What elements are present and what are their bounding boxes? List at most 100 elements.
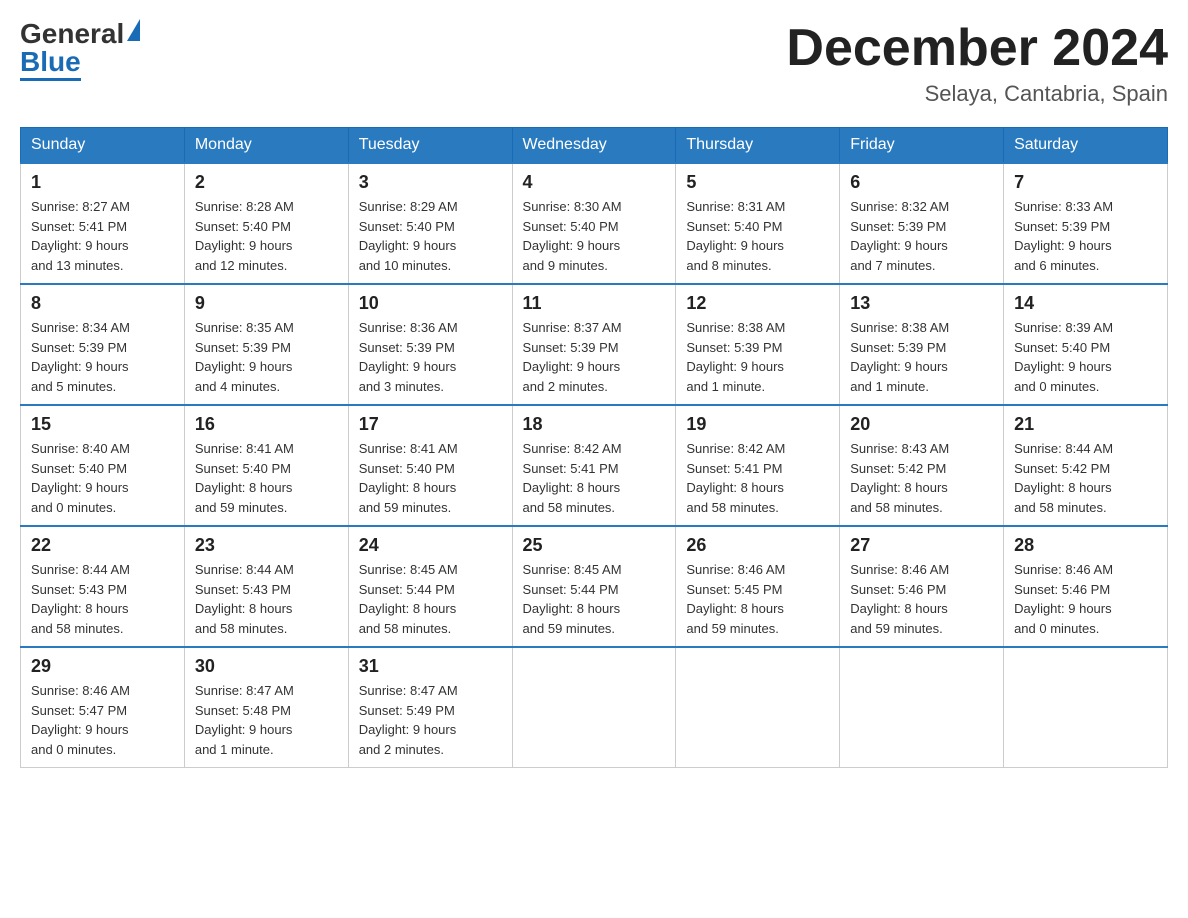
calendar-cell: [1004, 647, 1168, 768]
calendar-cell: 1 Sunrise: 8:27 AMSunset: 5:41 PMDayligh…: [21, 163, 185, 284]
calendar-header-row: Sunday Monday Tuesday Wednesday Thursday…: [21, 128, 1168, 164]
day-info: Sunrise: 8:46 AMSunset: 5:46 PMDaylight:…: [1014, 560, 1157, 638]
col-thursday: Thursday: [676, 128, 840, 164]
calendar-cell: 23 Sunrise: 8:44 AMSunset: 5:43 PMDaylig…: [184, 526, 348, 647]
calendar-cell: 22 Sunrise: 8:44 AMSunset: 5:43 PMDaylig…: [21, 526, 185, 647]
week-row-5: 29 Sunrise: 8:46 AMSunset: 5:47 PMDaylig…: [21, 647, 1168, 768]
calendar-cell: 7 Sunrise: 8:33 AMSunset: 5:39 PMDayligh…: [1004, 163, 1168, 284]
day-info: Sunrise: 8:47 AMSunset: 5:48 PMDaylight:…: [195, 681, 338, 759]
day-number: 8: [31, 293, 174, 314]
day-info: Sunrise: 8:31 AMSunset: 5:40 PMDaylight:…: [686, 197, 829, 275]
week-row-1: 1 Sunrise: 8:27 AMSunset: 5:41 PMDayligh…: [21, 163, 1168, 284]
day-info: Sunrise: 8:28 AMSunset: 5:40 PMDaylight:…: [195, 197, 338, 275]
logo-triangle-icon: [127, 19, 140, 41]
day-info: Sunrise: 8:46 AMSunset: 5:47 PMDaylight:…: [31, 681, 174, 759]
day-number: 29: [31, 656, 174, 677]
col-tuesday: Tuesday: [348, 128, 512, 164]
day-info: Sunrise: 8:29 AMSunset: 5:40 PMDaylight:…: [359, 197, 502, 275]
day-info: Sunrise: 8:45 AMSunset: 5:44 PMDaylight:…: [523, 560, 666, 638]
day-number: 28: [1014, 535, 1157, 556]
calendar-table: Sunday Monday Tuesday Wednesday Thursday…: [20, 127, 1168, 768]
day-info: Sunrise: 8:44 AMSunset: 5:42 PMDaylight:…: [1014, 439, 1157, 517]
day-number: 30: [195, 656, 338, 677]
day-info: Sunrise: 8:37 AMSunset: 5:39 PMDaylight:…: [523, 318, 666, 396]
calendar-cell: 15 Sunrise: 8:40 AMSunset: 5:40 PMDaylig…: [21, 405, 185, 526]
day-number: 5: [686, 172, 829, 193]
calendar-cell: 12 Sunrise: 8:38 AMSunset: 5:39 PMDaylig…: [676, 284, 840, 405]
month-title: December 2024: [786, 20, 1168, 77]
logo-blue-text: Blue: [20, 48, 81, 76]
calendar-cell: 24 Sunrise: 8:45 AMSunset: 5:44 PMDaylig…: [348, 526, 512, 647]
calendar-cell: 19 Sunrise: 8:42 AMSunset: 5:41 PMDaylig…: [676, 405, 840, 526]
day-info: Sunrise: 8:38 AMSunset: 5:39 PMDaylight:…: [686, 318, 829, 396]
calendar-cell: 5 Sunrise: 8:31 AMSunset: 5:40 PMDayligh…: [676, 163, 840, 284]
day-number: 27: [850, 535, 993, 556]
calendar-cell: 31 Sunrise: 8:47 AMSunset: 5:49 PMDaylig…: [348, 647, 512, 768]
day-number: 2: [195, 172, 338, 193]
calendar-cell: 17 Sunrise: 8:41 AMSunset: 5:40 PMDaylig…: [348, 405, 512, 526]
day-number: 11: [523, 293, 666, 314]
day-info: Sunrise: 8:46 AMSunset: 5:45 PMDaylight:…: [686, 560, 829, 638]
day-info: Sunrise: 8:40 AMSunset: 5:40 PMDaylight:…: [31, 439, 174, 517]
calendar-cell: [840, 647, 1004, 768]
calendar-cell: 6 Sunrise: 8:32 AMSunset: 5:39 PMDayligh…: [840, 163, 1004, 284]
day-number: 13: [850, 293, 993, 314]
day-number: 6: [850, 172, 993, 193]
day-info: Sunrise: 8:41 AMSunset: 5:40 PMDaylight:…: [359, 439, 502, 517]
calendar-cell: [512, 647, 676, 768]
logo-underline: [20, 78, 81, 81]
day-number: 26: [686, 535, 829, 556]
day-number: 22: [31, 535, 174, 556]
calendar-cell: [676, 647, 840, 768]
day-number: 23: [195, 535, 338, 556]
col-monday: Monday: [184, 128, 348, 164]
col-friday: Friday: [840, 128, 1004, 164]
logo-general-text: General: [20, 20, 124, 48]
day-info: Sunrise: 8:42 AMSunset: 5:41 PMDaylight:…: [686, 439, 829, 517]
day-info: Sunrise: 8:38 AMSunset: 5:39 PMDaylight:…: [850, 318, 993, 396]
day-number: 24: [359, 535, 502, 556]
calendar-cell: 28 Sunrise: 8:46 AMSunset: 5:46 PMDaylig…: [1004, 526, 1168, 647]
calendar-cell: 29 Sunrise: 8:46 AMSunset: 5:47 PMDaylig…: [21, 647, 185, 768]
day-number: 19: [686, 414, 829, 435]
day-number: 7: [1014, 172, 1157, 193]
calendar-cell: 3 Sunrise: 8:29 AMSunset: 5:40 PMDayligh…: [348, 163, 512, 284]
calendar-cell: 10 Sunrise: 8:36 AMSunset: 5:39 PMDaylig…: [348, 284, 512, 405]
day-number: 14: [1014, 293, 1157, 314]
calendar-cell: 30 Sunrise: 8:47 AMSunset: 5:48 PMDaylig…: [184, 647, 348, 768]
week-row-4: 22 Sunrise: 8:44 AMSunset: 5:43 PMDaylig…: [21, 526, 1168, 647]
calendar-cell: 8 Sunrise: 8:34 AMSunset: 5:39 PMDayligh…: [21, 284, 185, 405]
day-info: Sunrise: 8:46 AMSunset: 5:46 PMDaylight:…: [850, 560, 993, 638]
location-text: Selaya, Cantabria, Spain: [786, 81, 1168, 107]
day-number: 3: [359, 172, 502, 193]
calendar-cell: 25 Sunrise: 8:45 AMSunset: 5:44 PMDaylig…: [512, 526, 676, 647]
calendar-cell: 4 Sunrise: 8:30 AMSunset: 5:40 PMDayligh…: [512, 163, 676, 284]
calendar-cell: 16 Sunrise: 8:41 AMSunset: 5:40 PMDaylig…: [184, 405, 348, 526]
day-info: Sunrise: 8:30 AMSunset: 5:40 PMDaylight:…: [523, 197, 666, 275]
day-info: Sunrise: 8:47 AMSunset: 5:49 PMDaylight:…: [359, 681, 502, 759]
col-saturday: Saturday: [1004, 128, 1168, 164]
day-info: Sunrise: 8:41 AMSunset: 5:40 PMDaylight:…: [195, 439, 338, 517]
day-info: Sunrise: 8:33 AMSunset: 5:39 PMDaylight:…: [1014, 197, 1157, 275]
day-number: 12: [686, 293, 829, 314]
day-number: 4: [523, 172, 666, 193]
day-info: Sunrise: 8:43 AMSunset: 5:42 PMDaylight:…: [850, 439, 993, 517]
week-row-3: 15 Sunrise: 8:40 AMSunset: 5:40 PMDaylig…: [21, 405, 1168, 526]
calendar-cell: 20 Sunrise: 8:43 AMSunset: 5:42 PMDaylig…: [840, 405, 1004, 526]
day-number: 9: [195, 293, 338, 314]
day-number: 17: [359, 414, 502, 435]
day-info: Sunrise: 8:39 AMSunset: 5:40 PMDaylight:…: [1014, 318, 1157, 396]
day-info: Sunrise: 8:44 AMSunset: 5:43 PMDaylight:…: [195, 560, 338, 638]
day-info: Sunrise: 8:44 AMSunset: 5:43 PMDaylight:…: [31, 560, 174, 638]
col-sunday: Sunday: [21, 128, 185, 164]
day-number: 21: [1014, 414, 1157, 435]
day-info: Sunrise: 8:42 AMSunset: 5:41 PMDaylight:…: [523, 439, 666, 517]
day-number: 16: [195, 414, 338, 435]
day-info: Sunrise: 8:34 AMSunset: 5:39 PMDaylight:…: [31, 318, 174, 396]
calendar-cell: 2 Sunrise: 8:28 AMSunset: 5:40 PMDayligh…: [184, 163, 348, 284]
calendar-cell: 11 Sunrise: 8:37 AMSunset: 5:39 PMDaylig…: [512, 284, 676, 405]
logo: General Blue: [20, 20, 140, 81]
day-number: 1: [31, 172, 174, 193]
day-number: 25: [523, 535, 666, 556]
calendar-cell: 26 Sunrise: 8:46 AMSunset: 5:45 PMDaylig…: [676, 526, 840, 647]
